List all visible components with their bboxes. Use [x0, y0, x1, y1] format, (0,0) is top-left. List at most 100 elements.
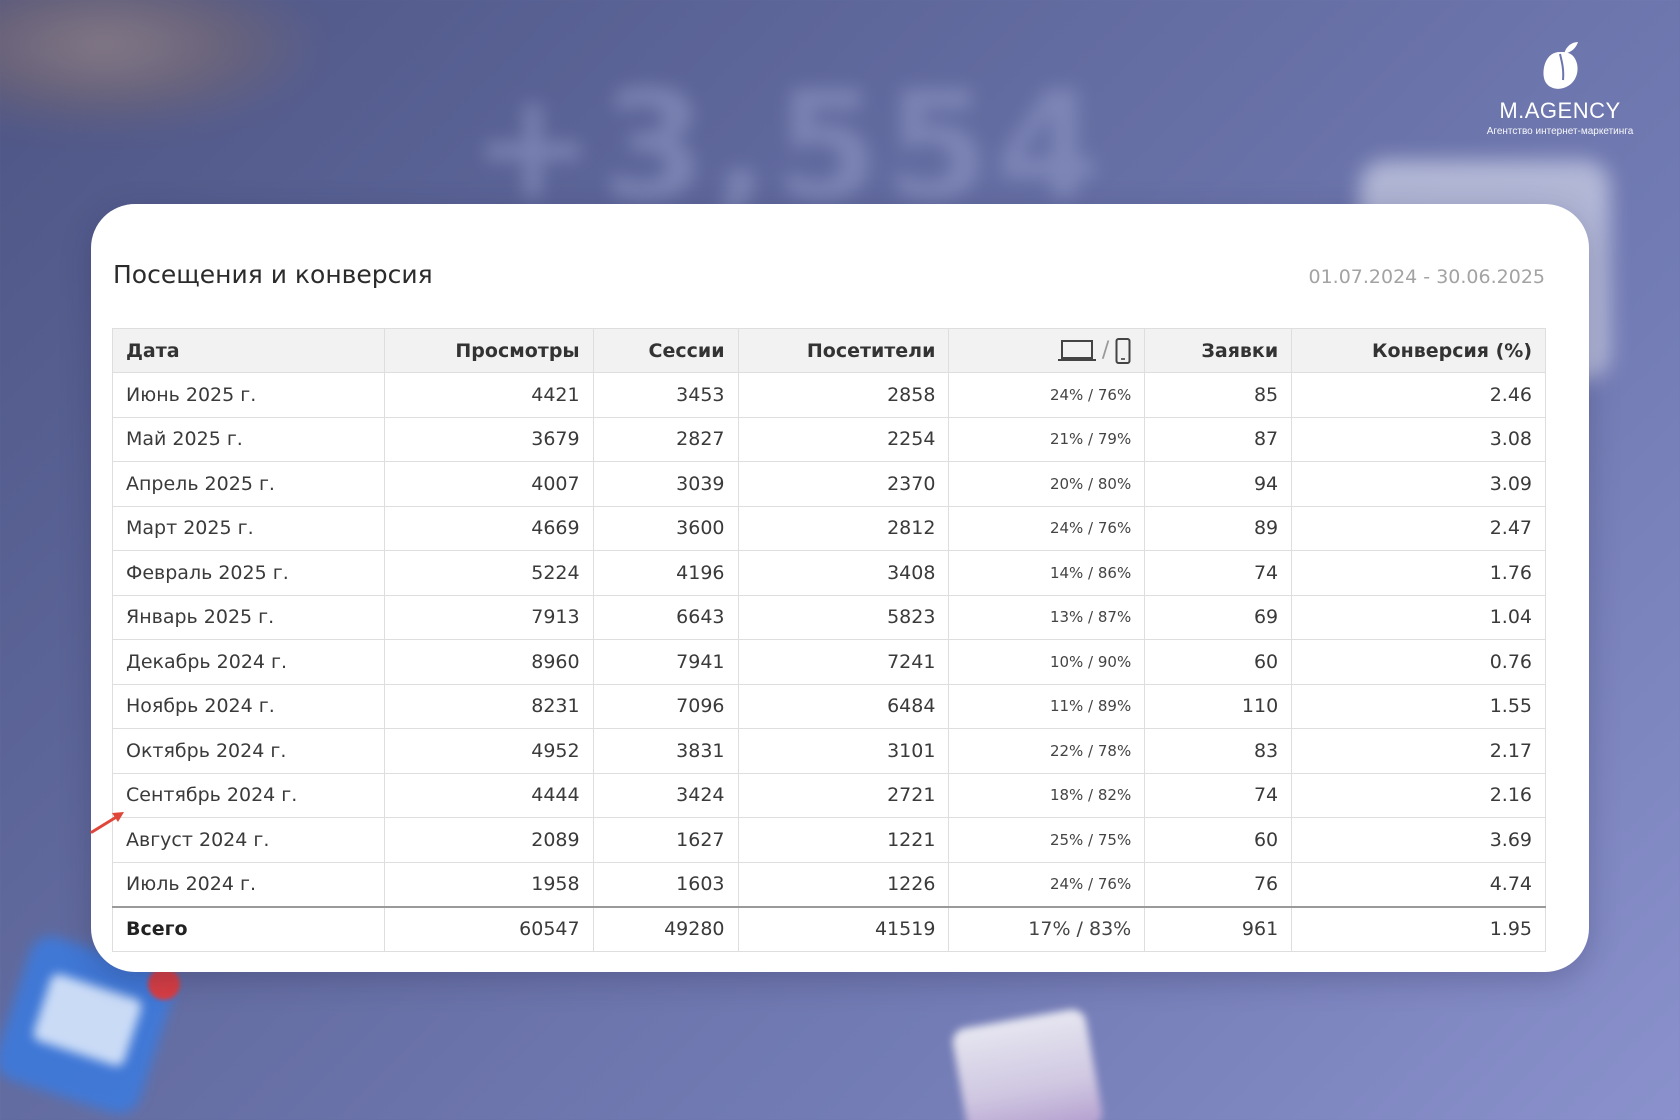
row-sessions: 3453 — [592, 372, 739, 418]
row-views: 4669 — [383, 505, 594, 551]
table-body: Июнь 2025 г. 4421 3453 2858 24% / 76% 85 2.46 М… — [112, 372, 1546, 907]
row-views: 2089 — [383, 817, 594, 863]
table-row[interactable]: Июль 2024 г. 1958 1603 1226 24% / 76% 76 4.74 — [112, 861, 1546, 907]
row-conversion: 3.09 — [1291, 461, 1546, 507]
table-total-row: Всего 60547 49280 41519 17% / 83% 961 1.… — [112, 905, 1546, 952]
row-date: Июль 2024 г. — [112, 861, 385, 907]
row-sessions: 3831 — [592, 728, 739, 774]
device-separator: / — [1101, 338, 1110, 363]
row-date: Ноябрь 2024 г. — [112, 683, 385, 729]
table-row[interactable]: Ноябрь 2024 г. 8231 7096 6484 11% / 89% 110 1.… — [112, 683, 1546, 729]
row-date: Март 2025 г. — [112, 505, 385, 551]
row-date: Январь 2025 г. — [112, 594, 385, 640]
row-devices: 13% / 87% — [948, 594, 1146, 640]
row-sessions: 3600 — [592, 505, 739, 551]
row-conversion: 3.08 — [1291, 416, 1546, 462]
table-row[interactable]: Март 2025 г. 4669 3600 2812 24% / 76% 89 2.47 — [112, 505, 1546, 551]
brand-tagline: Агентство интернет-маркетинга — [1486, 126, 1634, 137]
row-leads: 60 — [1144, 639, 1293, 685]
date-range: 01.07.2024 - 30.06.2025 — [1308, 266, 1545, 288]
row-date: Февраль 2025 г. — [112, 550, 385, 596]
row-conversion: 2.17 — [1291, 728, 1546, 774]
row-devices: 10% / 90% — [948, 639, 1146, 685]
column-header-date[interactable]: Дата — [112, 328, 385, 373]
column-header-visitors[interactable]: Посетители — [737, 328, 950, 373]
row-visitors: 7241 — [737, 639, 950, 685]
row-sessions: 7941 — [592, 639, 739, 685]
row-sessions: 4196 — [592, 550, 739, 596]
row-views: 5224 — [383, 550, 594, 596]
row-date: Октябрь 2024 г. — [112, 728, 385, 774]
table-header-row: Дата Просмотры Сессии Посетители / Заявк… — [112, 328, 1546, 373]
row-views: 4952 — [383, 728, 594, 774]
table-row[interactable]: Октябрь 2024 г. 4952 3831 3101 22% / 78% 83 2.… — [112, 728, 1546, 774]
table-row[interactable]: Декабрь 2024 г. 8960 7941 7241 10% / 90% 60 0.… — [112, 639, 1546, 685]
row-date: Май 2025 г. — [112, 416, 385, 462]
total-visitors: 41519 — [737, 905, 950, 952]
row-devices: 11% / 89% — [948, 683, 1146, 729]
column-header-sessions[interactable]: Сессии — [592, 328, 739, 373]
stats-card: Посещения и конверсия 01.07.2024 - 30.06… — [91, 204, 1589, 972]
column-header-views[interactable]: Просмотры — [383, 328, 594, 373]
row-devices: 21% / 79% — [948, 416, 1146, 462]
row-sessions: 2827 — [592, 416, 739, 462]
row-devices: 24% / 76% — [948, 505, 1146, 551]
row-devices: 22% / 78% — [948, 728, 1146, 774]
row-leads: 76 — [1144, 861, 1293, 907]
total-conversion: 1.95 — [1291, 905, 1546, 952]
row-visitors: 1221 — [737, 817, 950, 863]
phone-icon — [1115, 337, 1131, 364]
table-row[interactable]: Август 2024 г. 2089 1627 1221 25% / 75% 60 3.6… — [112, 817, 1546, 863]
column-header-leads[interactable]: Заявки — [1144, 328, 1293, 373]
background-photo-card — [950, 1007, 1105, 1120]
row-views: 8960 — [383, 639, 594, 685]
total-leads: 961 — [1144, 905, 1293, 952]
row-visitors: 2812 — [737, 505, 950, 551]
stats-table: Дата Просмотры Сессии Посетители / Заявк… — [112, 328, 1546, 952]
row-sessions: 6643 — [592, 594, 739, 640]
row-devices: 25% / 75% — [948, 817, 1146, 863]
total-label: Всего — [112, 905, 385, 952]
row-views: 7913 — [383, 594, 594, 640]
row-leads: 85 — [1144, 372, 1293, 418]
total-devices: 17% / 83% — [948, 905, 1146, 952]
row-visitors: 2254 — [737, 416, 950, 462]
row-conversion: 2.47 — [1291, 505, 1546, 551]
row-devices: 24% / 76% — [948, 861, 1146, 907]
row-conversion: 1.55 — [1291, 683, 1546, 729]
row-date: Июнь 2025 г. — [112, 372, 385, 418]
row-views: 8231 — [383, 683, 594, 729]
table-row[interactable]: Апрель 2025 г. 4007 3039 2370 20% / 80% 94 3.0… — [112, 461, 1546, 507]
brand-name: M.AGENCY — [1499, 98, 1621, 123]
row-date: Декабрь 2024 г. — [112, 639, 385, 685]
row-sessions: 3039 — [592, 461, 739, 507]
notification-dot — [148, 968, 180, 1000]
row-leads: 83 — [1144, 728, 1293, 774]
row-visitors: 6484 — [737, 683, 950, 729]
row-visitors: 2858 — [737, 372, 950, 418]
row-date: Апрель 2025 г. — [112, 461, 385, 507]
table-row[interactable]: Июнь 2025 г. 4421 3453 2858 24% / 76% 85 2.46 — [112, 372, 1546, 418]
table-row[interactable]: Май 2025 г. 3679 2827 2254 21% / 79% 87 3.08 — [112, 416, 1546, 462]
column-header-devices[interactable]: / — [948, 328, 1146, 373]
row-views: 4421 — [383, 372, 594, 418]
mango-icon — [1543, 42, 1578, 89]
row-leads: 110 — [1144, 683, 1293, 729]
card-title: Посещения и конверсия — [113, 260, 433, 289]
row-visitors: 2721 — [737, 772, 950, 818]
table-row[interactable]: Сентябрь 2024 г. 4444 3424 2721 18% / 82% 74 2… — [112, 772, 1546, 818]
column-header-conversion[interactable]: Конверсия (%) — [1291, 328, 1546, 373]
table-row[interactable]: Февраль 2025 г. 5224 4196 3408 14% / 86% 74 1.… — [112, 550, 1546, 596]
row-conversion: 2.46 — [1291, 372, 1546, 418]
row-visitors: 3101 — [737, 728, 950, 774]
row-conversion: 0.76 — [1291, 639, 1546, 685]
row-date: Август 2024 г. — [112, 817, 385, 863]
laptop-icon — [1057, 339, 1096, 361]
row-visitors: 1226 — [737, 861, 950, 907]
row-devices: 18% / 82% — [948, 772, 1146, 818]
row-date: Сентябрь 2024 г. — [112, 772, 385, 818]
row-conversion: 1.76 — [1291, 550, 1546, 596]
row-sessions: 3424 — [592, 772, 739, 818]
row-views: 4007 — [383, 461, 594, 507]
table-row[interactable]: Январь 2025 г. 7913 6643 5823 13% / 87% 69 1.0… — [112, 594, 1546, 640]
